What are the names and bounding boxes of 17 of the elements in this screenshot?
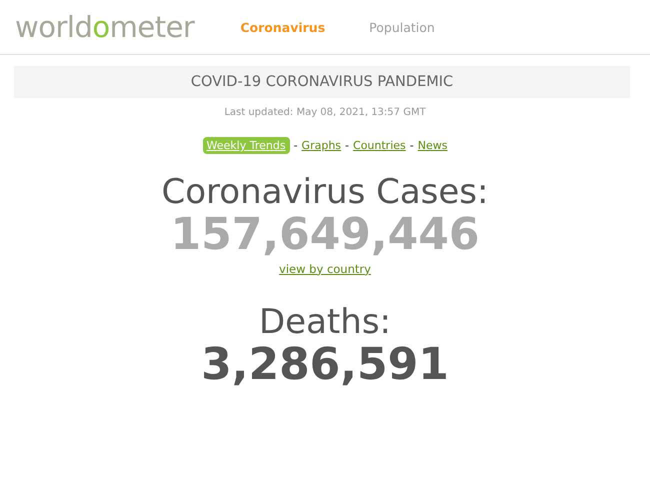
view-by-country-link[interactable]: view by country <box>279 262 371 276</box>
stat-value: 157,649,446 <box>170 211 480 260</box>
section-link[interactable]: News <box>418 139 448 152</box>
section-link[interactable]: Countries <box>353 139 406 152</box>
stat-value: 3,286,591 <box>201 341 449 390</box>
stat-title: Deaths: <box>259 304 391 342</box>
stat-title: Coronavirus Cases: <box>162 174 488 212</box>
separator: - <box>410 139 414 152</box>
separator: - <box>345 139 350 152</box>
section-link[interactable]: Weekly Trends <box>202 137 290 154</box>
separator: - <box>294 139 298 152</box>
last-updated-text: Last updated: May 08, 2021, 13:57 GMT <box>223 107 427 118</box>
page-title-banner: COVID-19 CORONAVIRUS PANDEMIC <box>14 66 630 98</box>
nav-link[interactable]: Population <box>369 20 435 34</box>
logo[interactable]: worldometer <box>15 10 194 44</box>
nav-link[interactable]: Coronavirus <box>240 20 326 34</box>
section-link[interactable]: Graphs <box>302 139 342 152</box>
